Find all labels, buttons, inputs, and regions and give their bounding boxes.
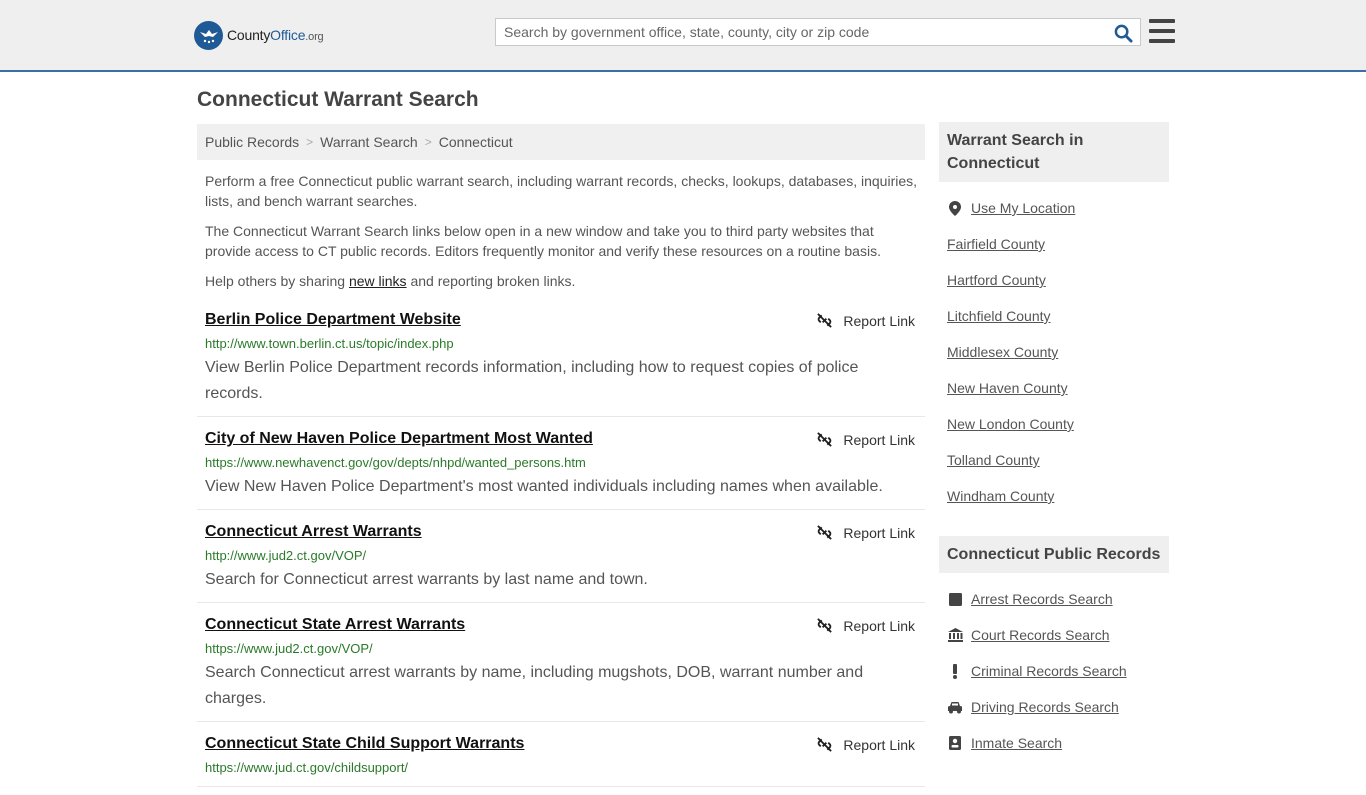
report-link-button[interactable]: Report Link xyxy=(816,524,915,541)
court-records-link[interactable]: Court Records Search xyxy=(971,627,1110,643)
result-title-link[interactable]: Connecticut State Arrest Warrants xyxy=(205,615,465,635)
broken-link-icon xyxy=(817,313,833,328)
report-link-button[interactable]: Report Link xyxy=(816,431,915,448)
result-url[interactable]: http://www.town.berlin.ct.us/topic/index… xyxy=(205,335,917,353)
records-list: Arrest Records Search Court Records Sear… xyxy=(939,573,1169,761)
county-item: Litchfield County xyxy=(947,298,1161,334)
result-item: City of New Haven Police Department Most… xyxy=(197,425,925,510)
result-title-link[interactable]: Berlin Police Department Website xyxy=(205,310,461,330)
breadcrumb-warrant-search[interactable]: Warrant Search xyxy=(320,134,418,150)
hamburger-menu-icon[interactable] xyxy=(1149,19,1175,43)
result-description: View Berlin Police Department records in… xyxy=(205,359,859,402)
county-link[interactable]: New Haven County xyxy=(947,380,1068,396)
county-link[interactable]: Fairfield County xyxy=(947,236,1045,252)
records-item: Inmate Search xyxy=(947,725,1161,761)
report-link-button[interactable]: Report Link xyxy=(816,617,915,634)
broken-link-icon xyxy=(817,618,833,633)
county-item: New Haven County xyxy=(947,370,1161,406)
logo-text: CountyOffice.org xyxy=(227,27,324,43)
county-link[interactable]: Tolland County xyxy=(947,452,1040,468)
exclamation-icon xyxy=(947,663,963,679)
search-bar xyxy=(495,18,1141,46)
driving-records-link[interactable]: Driving Records Search xyxy=(971,699,1119,715)
county-item: Tolland County xyxy=(947,442,1161,478)
records-item: Criminal Records Search xyxy=(947,653,1161,689)
intro-paragraph-3: Help others by sharing new links and rep… xyxy=(205,273,576,289)
broken-link-icon xyxy=(817,737,833,752)
result-item: Connecticut State Child Support Warrants… xyxy=(197,730,925,787)
sidebar: Warrant Search in Connecticut Use My Loc… xyxy=(939,122,1169,761)
id-badge-icon xyxy=(947,735,963,751)
report-link-button[interactable]: Report Link xyxy=(816,736,915,753)
county-link[interactable]: Middlesex County xyxy=(947,344,1058,360)
breadcrumb-separator: > xyxy=(424,135,432,149)
report-link-button[interactable]: Report Link xyxy=(816,312,915,329)
use-my-location-link[interactable]: Use My Location xyxy=(971,200,1075,216)
sidebar-records-heading: Connecticut Public Records xyxy=(939,536,1169,573)
results-list: Berlin Police Department Website http://… xyxy=(197,306,925,795)
breadcrumb-connecticut[interactable]: Connecticut xyxy=(439,134,513,150)
inmate-search-link[interactable]: Inmate Search xyxy=(971,735,1062,751)
county-item: Windham County xyxy=(947,478,1161,514)
search-input[interactable] xyxy=(496,19,1106,45)
county-item: Fairfield County xyxy=(947,226,1161,262)
sidebar-warrant-heading: Warrant Search in Connecticut xyxy=(939,122,1169,182)
criminal-records-link[interactable]: Criminal Records Search xyxy=(971,663,1127,679)
result-description: Search for Connecticut arrest warrants b… xyxy=(205,571,648,588)
page-title: Connecticut Warrant Search xyxy=(197,88,479,111)
result-item: Berlin Police Department Website http://… xyxy=(197,306,925,417)
result-description: Search Connecticut arrest warrants by na… xyxy=(205,664,864,707)
county-link[interactable]: New London County xyxy=(947,416,1074,432)
records-item: Driving Records Search xyxy=(947,689,1161,725)
result-title-link[interactable]: Connecticut State Child Support Warrants xyxy=(205,734,524,754)
site-logo[interactable]: CountyOffice.org xyxy=(194,20,324,50)
result-item: Connecticut State Arrest Warrants https:… xyxy=(197,611,925,722)
public-records-block: Connecticut Public Records Arrest Record… xyxy=(939,536,1169,761)
county-item: New London County xyxy=(947,406,1161,442)
square-icon xyxy=(947,591,963,607)
broken-link-icon xyxy=(817,525,833,540)
new-links-link[interactable]: new links xyxy=(349,273,407,289)
result-url[interactable]: https://www.jud.ct.gov/childsupport/ xyxy=(205,759,917,777)
car-icon xyxy=(947,699,963,715)
breadcrumb-separator: > xyxy=(306,135,314,149)
arrest-records-link[interactable]: Arrest Records Search xyxy=(971,591,1113,607)
eagle-logo-icon xyxy=(194,20,223,50)
result-title-link[interactable]: Connecticut Arrest Warrants xyxy=(205,522,422,542)
result-url[interactable]: http://www.jud2.ct.gov/VOP/ xyxy=(205,547,917,565)
result-item: Connecticut Arrest Warrants http://www.j… xyxy=(197,518,925,603)
county-link[interactable]: Windham County xyxy=(947,488,1054,504)
site-header: CountyOffice.org xyxy=(0,0,1366,72)
result-description: View New Haven Police Department's most … xyxy=(205,478,883,495)
map-pin-icon xyxy=(947,200,963,216)
intro-paragraph-2: The Connecticut Warrant Search links bel… xyxy=(205,223,881,259)
result-url[interactable]: https://www.newhavenct.gov/gov/depts/nhp… xyxy=(205,454,917,472)
intro-text: Perform a free Connecticut public warran… xyxy=(205,171,921,301)
result-title-link[interactable]: City of New Haven Police Department Most… xyxy=(205,429,593,449)
county-link[interactable]: Litchfield County xyxy=(947,308,1051,324)
county-item: Hartford County xyxy=(947,262,1161,298)
county-item: Middlesex County xyxy=(947,334,1161,370)
intro-paragraph-1: Perform a free Connecticut public warran… xyxy=(205,173,918,209)
county-link[interactable]: Hartford County xyxy=(947,272,1046,288)
breadcrumb-public-records[interactable]: Public Records xyxy=(205,134,299,150)
records-item: Court Records Search xyxy=(947,617,1161,653)
county-list: Use My Location Fairfield County Hartfor… xyxy=(939,182,1169,514)
search-icon[interactable] xyxy=(1112,22,1134,44)
courthouse-icon xyxy=(947,627,963,643)
use-my-location-item: Use My Location xyxy=(947,190,1161,226)
broken-link-icon xyxy=(817,432,833,447)
records-item: Arrest Records Search xyxy=(947,581,1161,617)
breadcrumb: Public Records > Warrant Search > Connec… xyxy=(197,124,925,160)
result-url[interactable]: https://www.jud2.ct.gov/VOP/ xyxy=(205,640,917,658)
